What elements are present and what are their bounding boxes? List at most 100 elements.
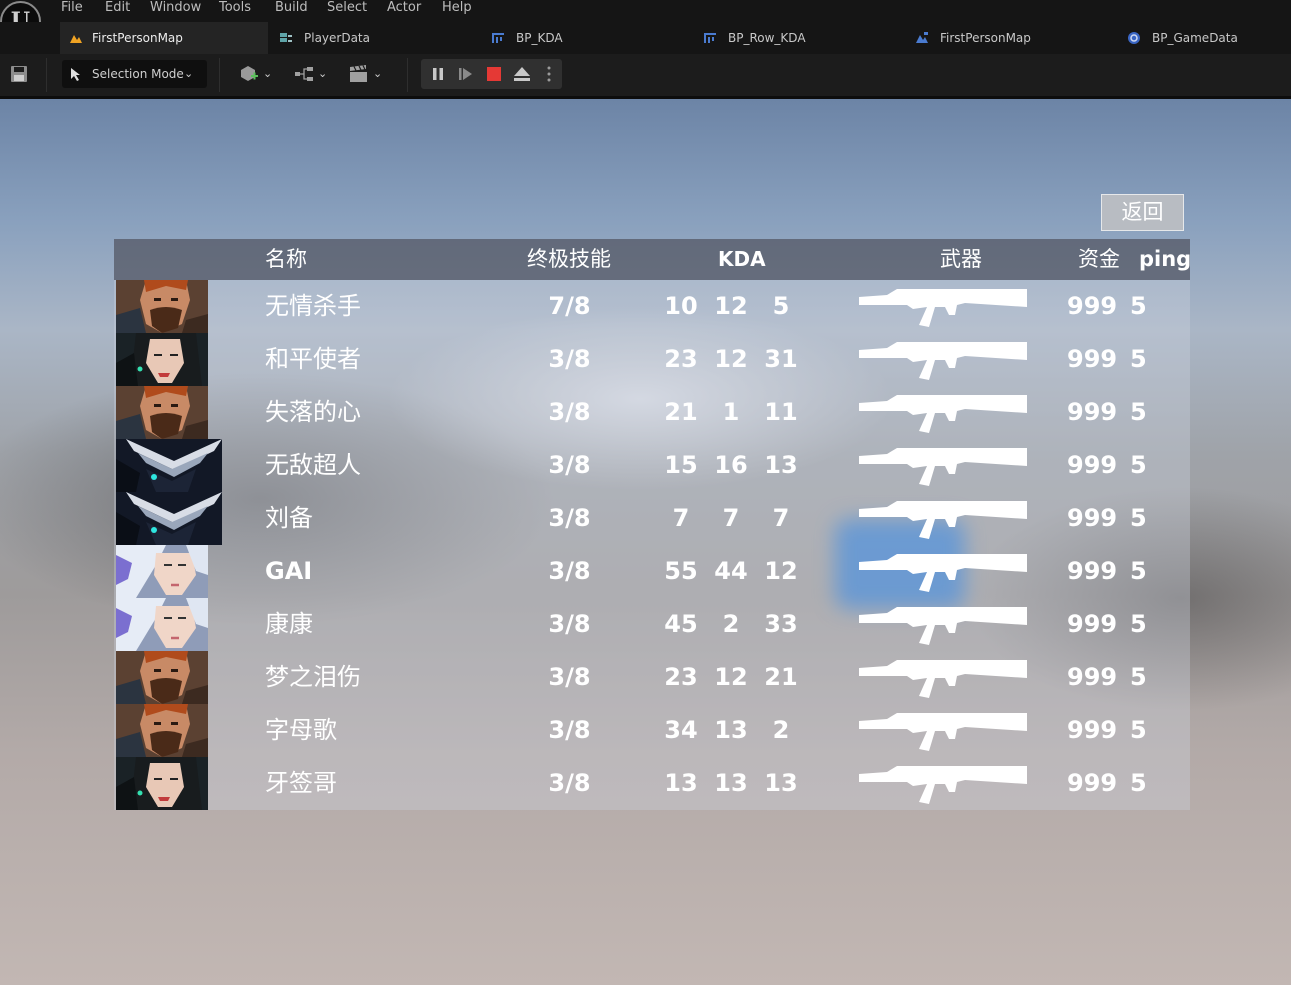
add-actor-icon (241, 66, 258, 81)
player-avatar (116, 598, 208, 651)
player-deaths: 12 (714, 345, 748, 373)
tab-bp-row-kda[interactable]: BP_Row_KDA (703, 22, 806, 54)
stop-icon[interactable] (487, 67, 501, 81)
player-money: 999 (1067, 345, 1118, 373)
player-kills: 55 (664, 557, 698, 585)
menu-file[interactable]: File (61, 0, 83, 16)
player-assists: 7 (772, 504, 790, 532)
player-avatar (116, 333, 208, 386)
player-money: 999 (1067, 292, 1118, 320)
player-money: 999 (1067, 769, 1118, 797)
player-deaths: 12 (714, 292, 748, 320)
document-tab-bar: FirstPersonMap PlayerData BP_KDA BP_Row_… (0, 22, 1291, 54)
add-actor-button[interactable]: ⌄ (239, 60, 275, 88)
back-button[interactable]: 返回 (1101, 194, 1184, 231)
save-icon[interactable] (10, 65, 28, 83)
step-frame-icon[interactable] (458, 67, 474, 81)
player-deaths: 13 (714, 716, 748, 744)
rifle-icon (859, 713, 1027, 751)
player-deaths: 13 (714, 769, 748, 797)
player-assists: 33 (764, 610, 798, 638)
player-avatar (116, 280, 208, 333)
player-avatar (116, 704, 208, 757)
menu-edit[interactable]: Edit (105, 0, 130, 16)
player-ping: 5 (1130, 398, 1147, 426)
menu-tools[interactable]: Tools (219, 0, 251, 16)
player-name: 刘备 (265, 504, 313, 532)
player-ultimate: 3/8 (548, 451, 591, 479)
player-name: 牙签哥 (265, 769, 337, 797)
tab-firstpersonmap[interactable]: FirstPersonMap (60, 22, 268, 54)
tab-bp-kda[interactable]: BP_KDA (491, 22, 563, 54)
player-avatar (116, 545, 208, 598)
player-money: 999 (1067, 398, 1118, 426)
rifle-icon (859, 289, 1027, 327)
tab-label: BP_Row_KDA (728, 31, 806, 45)
game-viewport: 返回 名称 终极技能 KDA 武器 资金 ping 无情杀手 7/8 10 12 5 99… (0, 99, 1291, 985)
chevron-down-icon: ⌄ (263, 67, 273, 80)
player-money: 999 (1067, 663, 1118, 691)
blueprint-icon (1128, 32, 1140, 44)
menu-help[interactable]: Help (442, 0, 472, 16)
menu-actor[interactable]: Actor (387, 0, 421, 16)
tab-bp-gamedata[interactable]: BP_GameData (1127, 22, 1238, 54)
tab-playerdata[interactable]: PlayerData (279, 22, 370, 54)
widget-blueprint-icon (704, 33, 716, 43)
player-avatar (116, 757, 208, 810)
player-ping: 5 (1130, 610, 1147, 638)
player-assists: 21 (764, 663, 798, 691)
player-assists: 31 (764, 345, 798, 373)
player-name: 无情杀手 (265, 292, 361, 320)
player-ping: 5 (1130, 451, 1147, 479)
header-money: 资金 (1078, 247, 1120, 271)
player-ping: 5 (1130, 769, 1147, 797)
player-row: 刘备 3/8 7 7 7 999 5 (114, 492, 1190, 545)
tab-label: BP_KDA (516, 31, 563, 45)
player-row: 失落的心 3/8 21 1 11 999 5 (114, 386, 1190, 439)
tab-label: FirstPersonMap (940, 31, 1031, 45)
player-kills: 45 (664, 610, 698, 638)
player-name: 康康 (265, 610, 313, 638)
rifle-icon (859, 766, 1027, 804)
cursor-icon (71, 68, 80, 81)
header-weapon: 武器 (940, 247, 982, 271)
level-editor-toolbar: Selection Mode ⌄ ⌄ ⌄ ⌄ (0, 54, 1291, 99)
eject-icon[interactable] (513, 66, 531, 82)
menu-select[interactable]: Select (327, 0, 367, 16)
menu-bar: U File Edit Window Tools Build Select Ac… (0, 0, 1291, 42)
level-icon (70, 35, 82, 43)
chevron-down-icon: ⌄ (318, 67, 328, 80)
rifle-icon (859, 342, 1027, 380)
menu-build[interactable]: Build (275, 0, 308, 16)
player-avatar (116, 386, 208, 439)
player-ping: 5 (1130, 292, 1147, 320)
player-avatar (116, 492, 222, 545)
chevron-down-icon: ⌄ (184, 67, 194, 80)
pause-icon[interactable] (431, 67, 445, 81)
player-avatar (116, 439, 222, 492)
player-row: 和平使者 3/8 23 12 31 999 5 (114, 333, 1190, 386)
player-money: 999 (1067, 504, 1118, 532)
player-kills: 21 (664, 398, 698, 426)
player-money: 999 (1067, 451, 1118, 479)
player-name: 梦之泪伤 (265, 663, 361, 691)
menu-window[interactable]: Window (150, 0, 201, 16)
player-ultimate: 3/8 (548, 504, 591, 532)
cinematics-button[interactable]: ⌄ (349, 60, 385, 88)
selection-mode-dropdown[interactable]: Selection Mode ⌄ (62, 60, 207, 88)
more-options-icon[interactable] (547, 66, 551, 82)
header-kda: KDA (718, 247, 766, 271)
header-ultimate: 终极技能 (527, 247, 611, 271)
player-ping: 5 (1130, 716, 1147, 744)
player-assists: 2 (772, 716, 790, 744)
player-assists: 13 (764, 451, 798, 479)
player-ultimate: 3/8 (548, 345, 591, 373)
player-money: 999 (1067, 610, 1118, 638)
blueprint-options-button[interactable]: ⌄ (294, 60, 330, 88)
player-deaths: 16 (714, 451, 748, 479)
player-ultimate: 7/8 (548, 292, 591, 320)
tab-firstpersonmap-blueprint[interactable]: FirstPersonMap (915, 22, 1031, 54)
header-ping: ping (1139, 247, 1192, 271)
player-ultimate: 3/8 (548, 610, 591, 638)
player-kills: 13 (664, 769, 698, 797)
